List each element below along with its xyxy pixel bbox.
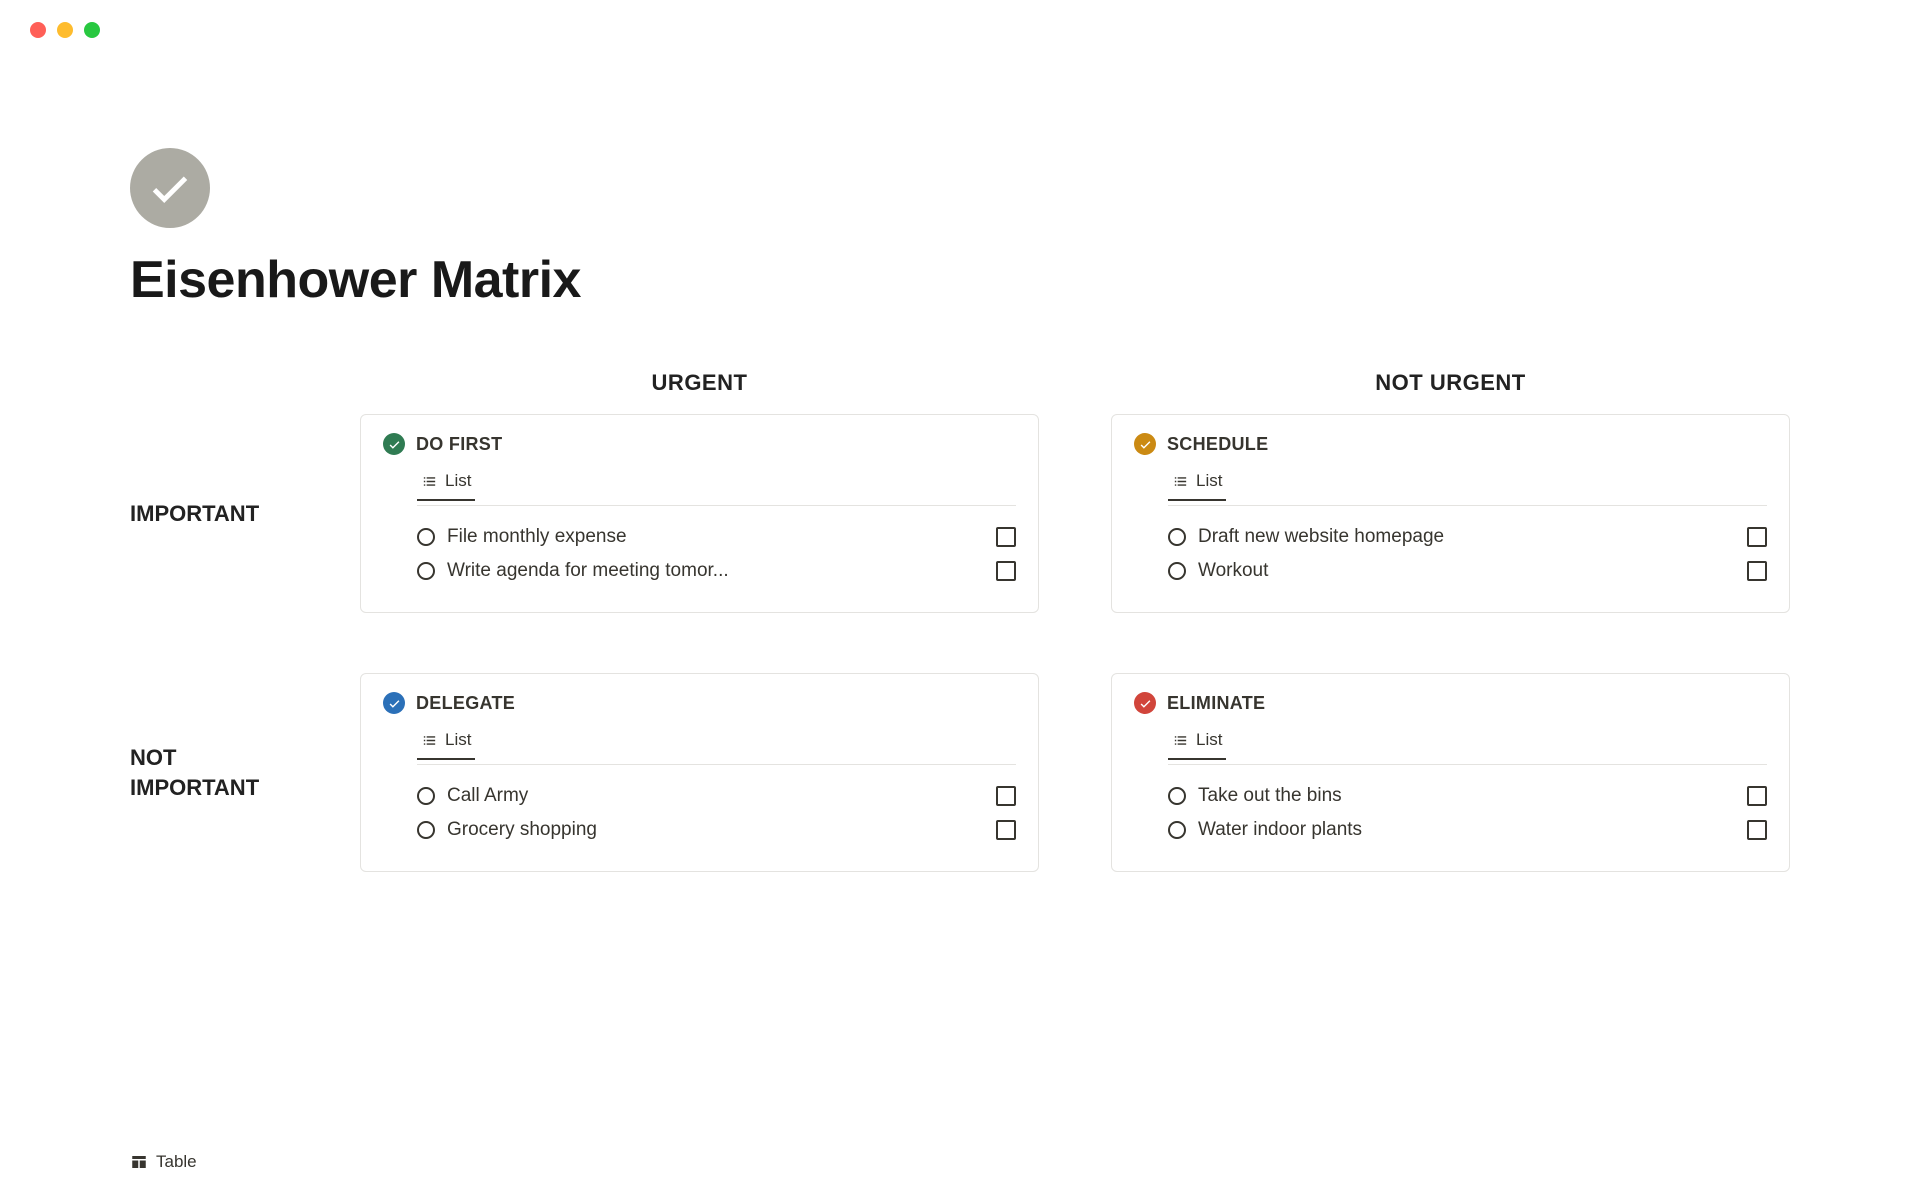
divider (417, 764, 1016, 765)
divider (1168, 505, 1767, 506)
view-tab-label: List (1196, 471, 1222, 491)
row-label-important: IMPORTANT (130, 499, 360, 529)
list-item[interactable]: Water indoor plants (1168, 813, 1767, 847)
item-text: Grocery shopping (447, 819, 996, 841)
status-circle-icon[interactable] (417, 562, 435, 580)
checkmark-icon (147, 165, 193, 211)
view-tab-label: Table (156, 1152, 197, 1172)
checkbox[interactable] (1747, 527, 1767, 547)
view-tab-label: List (1196, 730, 1222, 750)
list-item[interactable]: Workout (1168, 554, 1767, 588)
row-label-not-important: NOT IMPORTANT (130, 743, 360, 802)
status-circle-icon[interactable] (1168, 787, 1186, 805)
view-tab-label: List (445, 730, 471, 750)
quadrant-delegate: DELEGATE List Call Army Grocery shopping (360, 673, 1039, 872)
eisenhower-matrix: URGENT NOT URGENT IMPORTANT DO FIRST Lis… (130, 370, 1790, 872)
item-text: Take out the bins (1198, 785, 1747, 807)
table-icon (130, 1153, 148, 1171)
check-circle-icon (383, 433, 405, 455)
check-circle-icon (1134, 433, 1156, 455)
view-tab-list[interactable]: List (417, 724, 475, 760)
list-icon (1172, 732, 1189, 749)
item-text: File monthly expense (447, 526, 996, 548)
checkbox[interactable] (996, 527, 1016, 547)
checkbox[interactable] (1747, 786, 1767, 806)
quadrant-title: DO FIRST (416, 434, 502, 455)
quadrant-title: SCHEDULE (1167, 434, 1268, 455)
list-item[interactable]: Draft new website homepage (1168, 520, 1767, 554)
quadrant-eliminate: ELIMINATE List Take out the bins Water i… (1111, 673, 1790, 872)
view-tab-table[interactable]: Table (130, 1152, 197, 1172)
column-header-not-urgent: NOT URGENT (1111, 370, 1790, 414)
item-text: Water indoor plants (1198, 819, 1747, 841)
status-circle-icon[interactable] (1168, 821, 1186, 839)
status-circle-icon[interactable] (417, 528, 435, 546)
page-title[interactable]: Eisenhower Matrix (130, 250, 1790, 310)
list-item[interactable]: Grocery shopping (417, 813, 1016, 847)
minimize-window-button[interactable] (57, 22, 73, 38)
check-circle-icon (1134, 692, 1156, 714)
page-icon-checkmark[interactable] (130, 148, 210, 228)
view-tab-label: List (445, 471, 471, 491)
view-tab-list[interactable]: List (417, 465, 475, 501)
quadrant-do-first: DO FIRST List File monthly expense Write… (360, 414, 1039, 613)
view-tab-list[interactable]: List (1168, 465, 1226, 501)
checkbox[interactable] (1747, 561, 1767, 581)
quadrant-schedule: SCHEDULE List Draft new website homepage… (1111, 414, 1790, 613)
list-item[interactable]: File monthly expense (417, 520, 1016, 554)
column-header-urgent: URGENT (360, 370, 1039, 414)
list-icon (421, 732, 438, 749)
divider (1168, 764, 1767, 765)
quadrant-title: DELEGATE (416, 693, 515, 714)
checkbox[interactable] (996, 820, 1016, 840)
list-icon (1172, 473, 1189, 490)
checkbox[interactable] (1747, 820, 1767, 840)
view-tab-list[interactable]: List (1168, 724, 1226, 760)
item-text: Workout (1198, 560, 1747, 582)
checkbox[interactable] (996, 561, 1016, 581)
list-item[interactable]: Take out the bins (1168, 779, 1767, 813)
maximize-window-button[interactable] (84, 22, 100, 38)
item-text: Call Army (447, 785, 996, 807)
list-icon (421, 473, 438, 490)
item-text: Write agenda for meeting tomor... (447, 560, 996, 582)
status-circle-icon[interactable] (1168, 528, 1186, 546)
window-traffic-lights (0, 0, 1920, 38)
status-circle-icon[interactable] (417, 821, 435, 839)
item-text: Draft new website homepage (1198, 526, 1747, 548)
quadrant-title: ELIMINATE (1167, 693, 1265, 714)
divider (417, 505, 1016, 506)
status-circle-icon[interactable] (417, 787, 435, 805)
close-window-button[interactable] (30, 22, 46, 38)
list-item[interactable]: Write agenda for meeting tomor... (417, 554, 1016, 588)
check-circle-icon (383, 692, 405, 714)
checkbox[interactable] (996, 786, 1016, 806)
list-item[interactable]: Call Army (417, 779, 1016, 813)
status-circle-icon[interactable] (1168, 562, 1186, 580)
